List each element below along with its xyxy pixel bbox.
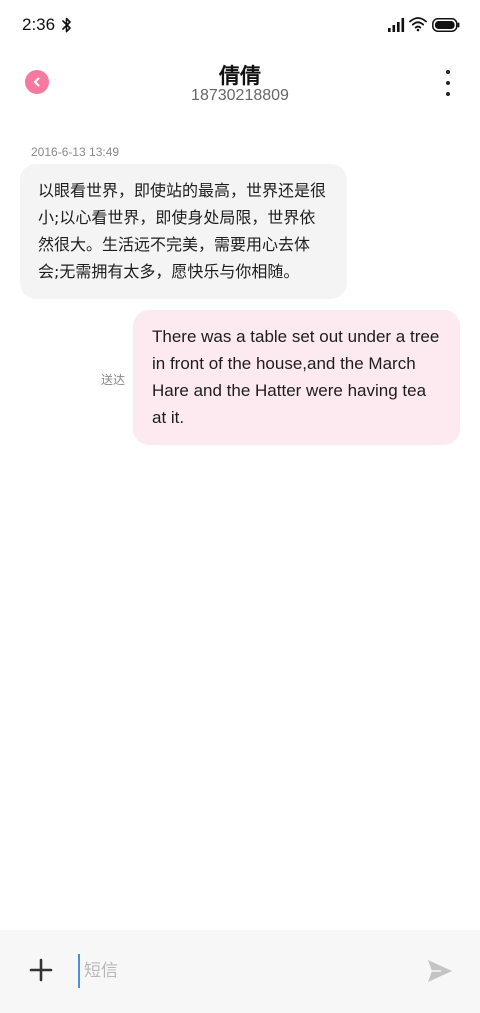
conversation-screen: 2:36 倩倩 18730218809 2016-6-13 13:49 以眼看世… [0,0,480,1013]
plus-icon[interactable] [28,957,54,983]
signal-icon [388,18,405,32]
delivery-status: 送达 [101,373,126,387]
compose-bar [0,930,480,1013]
status-bar: 2:36 [0,0,480,52]
bluetooth-icon [62,17,71,33]
message-input[interactable] [78,954,404,988]
more-options-button[interactable] [444,70,452,96]
more-vertical-icon [446,70,450,74]
wifi-icon [409,17,427,32]
contact-number: 18730218809 [191,87,289,104]
status-time: 2:36 [22,15,56,34]
conversation-header: 倩倩 18730218809 [0,52,480,116]
message-timestamp: 2016-6-13 13:49 [31,145,120,159]
contact-name: 倩倩 [219,64,261,88]
incoming-message-bubble[interactable]: 以眼看世界，即使站的最高，世界还是很小;以心看世界，即使身处局限，世界依然很大。… [20,164,347,299]
battery-icon [432,18,460,32]
send-icon[interactable] [426,958,454,984]
outgoing-message-bubble[interactable]: There was a table set out under a tree i… [133,310,460,445]
